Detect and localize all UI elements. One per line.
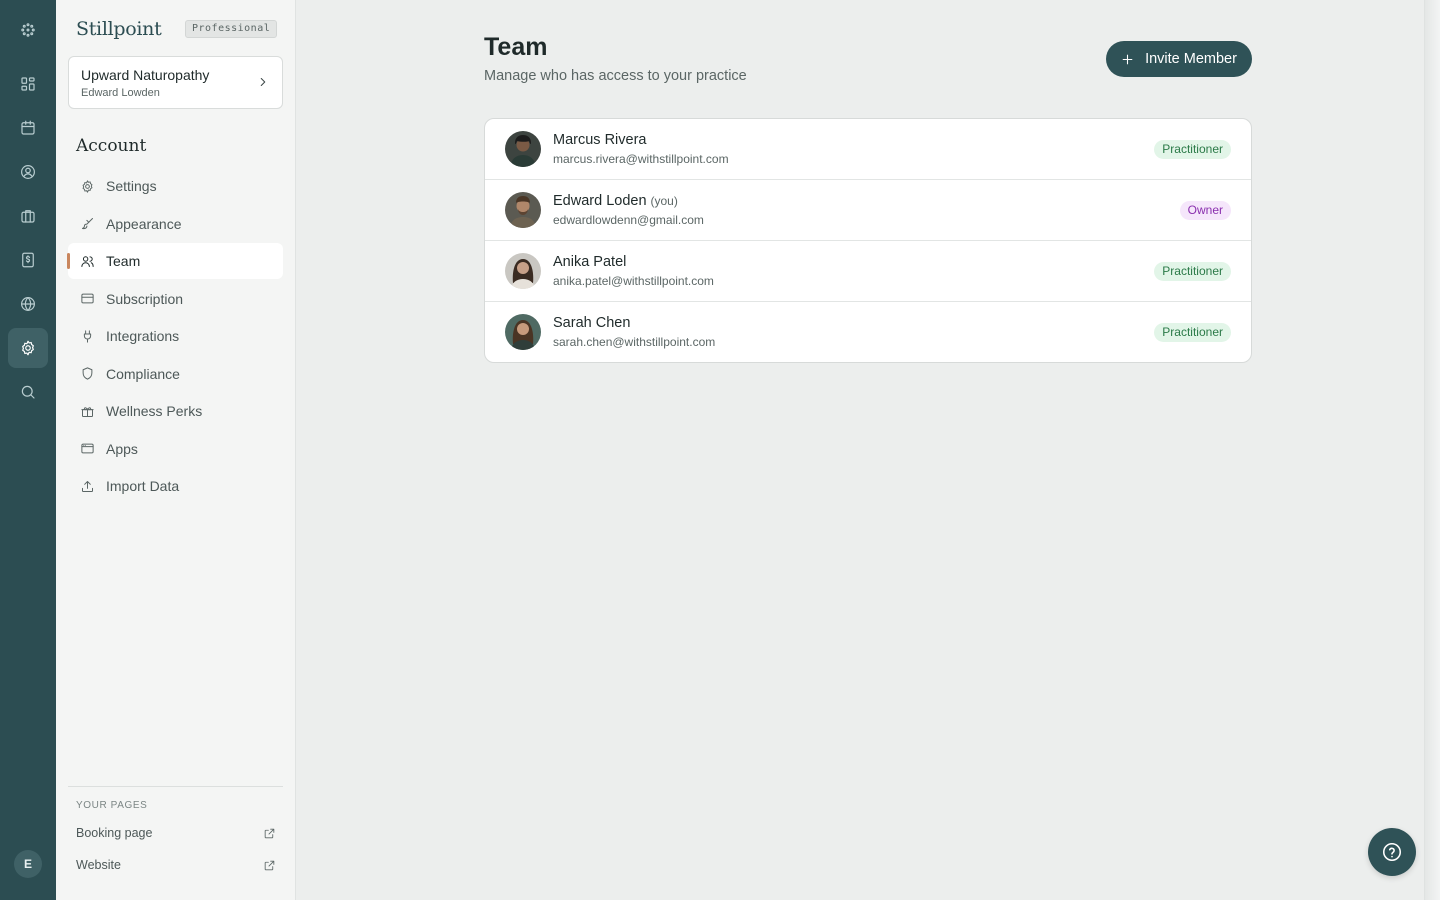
help-circle-icon xyxy=(1382,842,1402,862)
credit-card-icon xyxy=(81,293,94,304)
role-badge: Practitioner xyxy=(1154,140,1231,159)
calendar-icon[interactable] xyxy=(8,108,48,148)
section-title-account: Account xyxy=(76,136,147,156)
nav-label: Team xyxy=(106,253,141,269)
website-link[interactable]: Website xyxy=(76,855,276,875)
role-badge: Practitioner xyxy=(1154,262,1231,281)
member-email: marcus.rivera@withstillpoint.com xyxy=(553,152,729,166)
plus-icon xyxy=(1122,54,1133,64)
team-member-row[interactable]: Edward Loden (you) edwardlowdenn@gmail.co… xyxy=(485,180,1251,241)
nav-label: Import Data xyxy=(106,478,180,494)
plan-badge: Professional xyxy=(185,20,278,38)
your-pages-heading: YOUR PAGES xyxy=(76,800,148,811)
upload-icon xyxy=(82,480,93,492)
divider xyxy=(68,786,283,787)
nav-label: Settings xyxy=(106,178,157,194)
shield-icon xyxy=(82,367,93,380)
nav-item-settings[interactable]: Settings xyxy=(68,168,283,204)
nav-item-integrations[interactable]: Integrations xyxy=(68,318,283,354)
member-name: Edward Loden (you) xyxy=(553,193,678,209)
dashboard-icon[interactable] xyxy=(8,64,48,104)
member-avatar xyxy=(505,131,541,167)
practice-switcher[interactable]: Upward Naturopathy Edward Lowden xyxy=(68,56,283,109)
app-window-icon xyxy=(81,443,94,454)
nav-item-compliance[interactable]: Compliance xyxy=(68,356,283,392)
page-link-label: Website xyxy=(76,858,121,872)
external-link-icon xyxy=(264,828,275,838)
page-subtitle: Manage who has access to your practice xyxy=(484,68,747,84)
member-email: edwardlowdenn@gmail.com xyxy=(553,213,704,227)
nav-item-appearance[interactable]: Appearance xyxy=(68,206,283,242)
member-name: Sarah Chen xyxy=(553,315,631,331)
nav-label: Integrations xyxy=(106,328,180,344)
user-avatar[interactable]: E xyxy=(14,850,42,878)
nav-item-team[interactable]: Team xyxy=(67,243,283,279)
icon-rail: E xyxy=(0,0,56,900)
member-avatar xyxy=(505,192,541,228)
billing-icon[interactable] xyxy=(8,240,48,280)
page-title: Team xyxy=(484,33,548,61)
nav-label: Appearance xyxy=(106,215,182,232)
page-link-label: Booking page xyxy=(76,826,153,840)
nav-label: Wellness Perks xyxy=(106,403,203,419)
help-button[interactable] xyxy=(1368,828,1416,876)
settings-sidebar: Stillpoint Professional Upward Naturopat… xyxy=(56,0,296,900)
services-icon[interactable] xyxy=(8,196,48,236)
member-avatar xyxy=(505,314,541,350)
member-avatar xyxy=(505,253,541,289)
member-email: sarah.chen@withstillpoint.com xyxy=(553,335,716,349)
account-nav: Settings Appearance Team Subscription In… xyxy=(67,168,283,506)
external-link-icon xyxy=(264,860,275,870)
role-badge: Owner xyxy=(1179,201,1231,220)
practice-name: Upward Naturopathy xyxy=(81,67,210,83)
panel-edge xyxy=(1424,0,1440,900)
team-member-row[interactable]: Marcus Rivera marcus.rivera@withstillpoi… xyxy=(485,119,1251,180)
main-content: Team Manage who has access to your pract… xyxy=(296,0,1440,900)
nav-label: Compliance xyxy=(106,365,180,382)
settings-icon[interactable] xyxy=(8,328,48,368)
role-badge: Practitioner xyxy=(1154,323,1231,342)
search-icon[interactable] xyxy=(8,372,48,412)
gear-icon xyxy=(82,179,93,193)
nav-item-subscription[interactable]: Subscription xyxy=(68,281,283,317)
brush-icon xyxy=(82,218,93,230)
plug-icon xyxy=(83,329,92,343)
booking-page-link[interactable]: Booking page xyxy=(76,823,276,843)
team-member-row[interactable]: Sarah Chen sarah.chen@withstillpoint.com… xyxy=(485,302,1251,362)
users-icon xyxy=(81,255,94,267)
brand-logo: Stillpoint xyxy=(76,18,162,40)
clients-icon[interactable] xyxy=(8,152,48,192)
member-name: Anika Patel xyxy=(553,254,627,270)
nav-label: Subscription xyxy=(106,290,184,307)
gift-icon xyxy=(81,406,94,417)
website-icon[interactable] xyxy=(8,284,48,324)
team-member-row[interactable]: Anika Patel anika.patel@withstillpoint.c… xyxy=(485,241,1251,302)
nav-label: Apps xyxy=(106,440,138,457)
nav-item-wellness-perks[interactable]: Wellness Perks xyxy=(68,393,283,429)
member-email: anika.patel@withstillpoint.com xyxy=(553,274,714,288)
member-name: Marcus Rivera xyxy=(553,132,647,148)
practice-user: Edward Lowden xyxy=(81,87,160,99)
chevron-right-icon xyxy=(256,75,270,89)
you-indicator: (you) xyxy=(650,194,678,208)
invite-member-label: Invite Member xyxy=(1145,51,1237,67)
logo-icon[interactable] xyxy=(8,10,48,50)
nav-item-apps[interactable]: Apps xyxy=(68,431,283,467)
invite-member-button[interactable]: Invite Member xyxy=(1106,41,1252,77)
team-member-list: Marcus Rivera marcus.rivera@withstillpoi… xyxy=(484,118,1252,363)
nav-item-import-data[interactable]: Import Data xyxy=(68,468,283,504)
